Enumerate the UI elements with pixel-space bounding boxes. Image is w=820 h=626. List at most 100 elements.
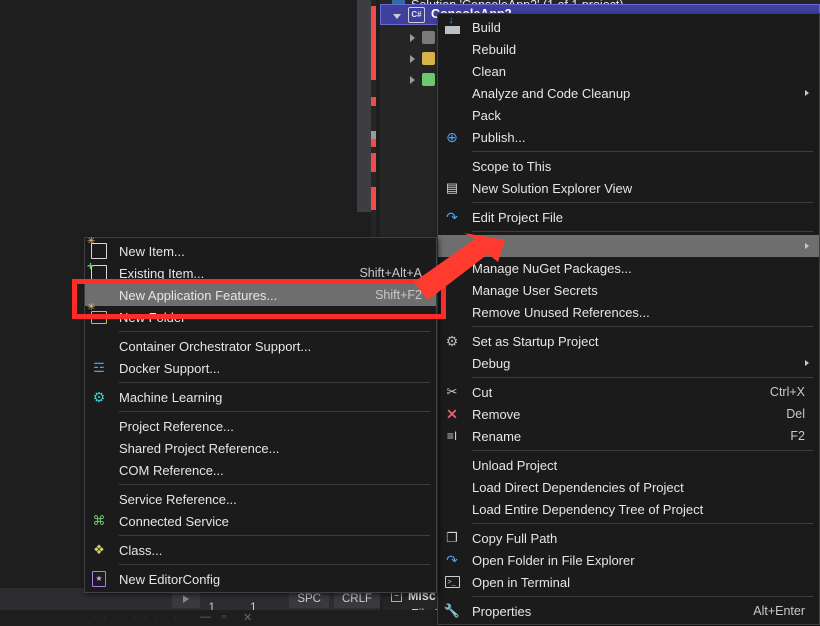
no-icon xyxy=(438,82,466,104)
menu-item-label: Connected Service xyxy=(113,514,430,529)
menu-item[interactable]: ↷Edit Project File xyxy=(438,206,819,228)
menu-item-label: Manage NuGet Packages... xyxy=(466,261,813,276)
menu-item[interactable]: New Application Features...Shift+F2 xyxy=(85,284,436,306)
menu-separator xyxy=(119,484,430,485)
menu-item-label: Service Reference... xyxy=(113,492,430,507)
submenu-arrow-icon xyxy=(805,90,809,96)
menu-item[interactable]: ★New EditorConfig xyxy=(85,568,436,590)
menu-item[interactable]: Service Reference... xyxy=(85,488,436,510)
open-folder-icon: ↷ xyxy=(438,549,466,571)
menu-item[interactable]: Load Entire Dependency Tree of Project xyxy=(438,498,819,520)
menu-item[interactable]: New Item... xyxy=(85,240,436,262)
menu-item-label: Analyze and Code Cleanup xyxy=(466,86,805,101)
menu-item[interactable]: ⚙Machine Learning xyxy=(85,386,436,408)
menu-item-shortcut: F2 xyxy=(770,429,813,443)
menu-item[interactable]: Remove Unused References... xyxy=(438,301,819,323)
menu-item-label: Open Folder in File Explorer xyxy=(466,553,813,568)
menu-item[interactable]: Load Direct Dependencies of Project xyxy=(438,476,819,498)
no-icon xyxy=(438,301,466,323)
minimize-icon[interactable]: — xyxy=(200,611,211,623)
cut-scissors-icon: ✂ xyxy=(438,381,466,403)
menu-item[interactable]: Debug xyxy=(438,352,819,374)
menu-item-label: COM Reference... xyxy=(113,463,430,478)
menu-item-label: Project Reference... xyxy=(113,419,430,434)
menu-item[interactable]: 🔧PropertiesAlt+Enter xyxy=(438,600,819,622)
menu-item[interactable]: ▤New Solution Explorer View xyxy=(438,177,819,199)
menu-item[interactable]: ⚙Set as Startup Project xyxy=(438,330,819,352)
menu-item[interactable]: ✂CutCtrl+X xyxy=(438,381,819,403)
no-icon xyxy=(85,437,113,459)
menu-separator xyxy=(472,151,813,152)
menu-item[interactable]: ☲Docker Support... xyxy=(85,357,436,379)
menu-item-label: Pack xyxy=(466,108,813,123)
menu-item[interactable]: ⌘Connected Service xyxy=(85,510,436,532)
menu-item[interactable]: Scope to This xyxy=(438,155,819,177)
menu-item-label: Debug xyxy=(466,356,805,371)
menu-item-label: Build xyxy=(466,20,813,35)
menu-item[interactable]: ↷Open Folder in File Explorer xyxy=(438,549,819,571)
menu-item[interactable]: Container Orchestrator Support... xyxy=(85,335,436,357)
menu-separator xyxy=(472,231,813,232)
remove-x-icon: ✕ xyxy=(438,403,466,425)
project-context-menu[interactable]: Build Rebuild Clean Analyze and Code Cleanu… xyxy=(437,13,820,625)
menu-item-label: Clean xyxy=(466,64,813,79)
expander-icon[interactable] xyxy=(410,76,415,84)
terminal-icon: >_ xyxy=(438,571,466,593)
menu-item[interactable]: ✕RemoveDel xyxy=(438,403,819,425)
menu-item-label: New Item... xyxy=(113,244,430,259)
close-icon[interactable]: ✕ xyxy=(243,611,252,624)
menu-item-label: Container Orchestrator Support... xyxy=(113,339,430,354)
menu-item-label: Add xyxy=(466,239,805,254)
menu-item-label: Remove xyxy=(466,407,766,422)
menu-item[interactable]: Pack xyxy=(438,104,819,126)
menu-item-label: Unload Project xyxy=(466,458,813,473)
no-icon xyxy=(438,352,466,374)
menu-item[interactable]: Unload Project xyxy=(438,454,819,476)
expander-icon[interactable] xyxy=(393,14,401,19)
no-icon xyxy=(438,104,466,126)
menu-item[interactable]: Project Reference... xyxy=(85,415,436,437)
menu-item-label: New Application Features... xyxy=(113,288,355,303)
menu-item[interactable]: ❐Copy Full Path xyxy=(438,527,819,549)
menu-item[interactable]: Manage User Secrets xyxy=(438,279,819,301)
menu-item[interactable]: Rebuild xyxy=(438,38,819,60)
node-icon xyxy=(422,31,435,44)
menu-item[interactable]: >_Open in Terminal xyxy=(438,571,819,593)
menu-item-shortcut: Shift+F2 xyxy=(355,288,430,302)
nuget-icon xyxy=(438,257,466,279)
expander-icon[interactable] xyxy=(410,34,415,42)
menu-item[interactable]: Clean xyxy=(438,60,819,82)
menu-separator xyxy=(472,523,813,524)
menu-item[interactable]: ❖Class... xyxy=(85,539,436,561)
menu-separator xyxy=(472,326,813,327)
menu-item[interactable]: Analyze and Code Cleanup xyxy=(438,82,819,104)
add-submenu[interactable]: New Item...Existing Item...Shift+Alt+ANe… xyxy=(84,237,437,593)
menu-item-label: Cut xyxy=(466,385,750,400)
bottom-dotted-divider: · · · · · · · · · xyxy=(93,612,179,623)
menu-item-label: Machine Learning xyxy=(113,390,430,405)
menu-item[interactable]: ≡IRenameF2 xyxy=(438,425,819,447)
menu-item[interactable]: Existing Item...Shift+Alt+A xyxy=(85,262,436,284)
menu-item-label: Set as Startup Project xyxy=(466,334,813,349)
maximize-icon[interactable]: ▫ xyxy=(222,611,226,623)
menu-item[interactable]: Manage NuGet Packages... xyxy=(438,257,819,279)
menu-item-label: Publish... xyxy=(466,130,813,145)
menu-item-label: Rename xyxy=(466,429,770,444)
no-icon xyxy=(85,415,113,437)
menu-separator xyxy=(472,596,813,597)
no-icon xyxy=(85,335,113,357)
menu-item[interactable]: Build xyxy=(438,16,819,38)
publish-globe-icon: ⊕ xyxy=(438,126,466,148)
menu-item[interactable]: New Folder xyxy=(85,306,436,328)
menu-item[interactable]: Add xyxy=(438,235,819,257)
menu-item-shortcut: Shift+Alt+A xyxy=(339,266,430,280)
solution-explorer-view-icon: ▤ xyxy=(438,177,466,199)
class-icon: ❖ xyxy=(85,539,113,561)
menu-item[interactable]: ⊕Publish... xyxy=(438,126,819,148)
menu-item[interactable]: COM Reference... xyxy=(85,459,436,481)
no-icon xyxy=(438,155,466,177)
menu-item-label: Class... xyxy=(113,543,430,558)
menu-separator xyxy=(119,411,430,412)
menu-item[interactable]: Shared Project Reference... xyxy=(85,437,436,459)
expander-icon[interactable] xyxy=(410,55,415,63)
